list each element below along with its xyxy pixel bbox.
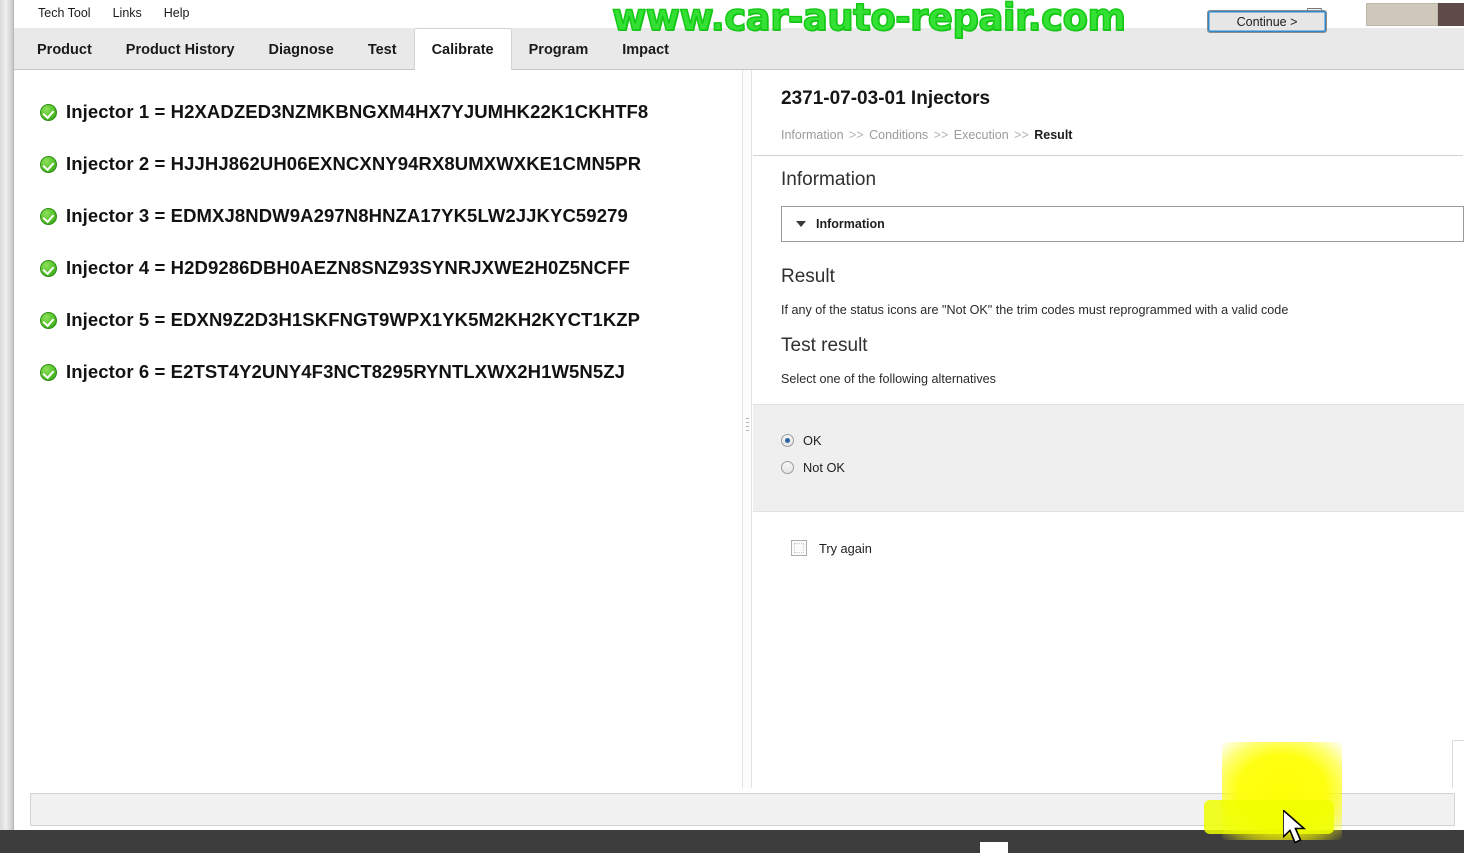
footer-panel (30, 793, 1455, 826)
breadcrumb-step-execution[interactable]: Execution (954, 128, 1009, 142)
radio-label: Not OK (803, 460, 845, 475)
scrollbar-stub[interactable] (1452, 740, 1464, 788)
footer-bar (14, 788, 1464, 830)
list-item: Injector 3 = EDMXJ8NDW9A297N8HNZA17YK5LW… (40, 190, 746, 242)
tab-program[interactable]: Program (512, 29, 606, 70)
list-item: Injector 5 = EDXN9Z2D3H1SKFNGT9WPX1YK5M2… (40, 294, 746, 346)
continue-button[interactable]: Continue > (1207, 10, 1327, 33)
tab-label: Impact (622, 41, 670, 58)
try-again-label: Try again (819, 540, 872, 556)
breadcrumb-divider (753, 155, 1463, 156)
status-ok-icon (40, 103, 57, 121)
tab-label: Program (528, 41, 589, 58)
application-window: Tech Tool Links Help ✚ www.car-auto-repa… (0, 0, 1464, 853)
desktop-left-edge (0, 0, 14, 840)
injector-label: Injector 4 = H2D9286DBH0AEZN8SNZ93SYNRJX… (66, 257, 630, 278)
pane-splitter[interactable] (742, 70, 752, 788)
tab-label: Test (367, 41, 397, 58)
status-ok-icon (40, 259, 57, 277)
status-ok-icon (40, 311, 57, 329)
tab-label: Product History (125, 41, 235, 58)
window-control-close[interactable] (1438, 3, 1464, 26)
tab-calibrate[interactable]: Calibrate (413, 28, 512, 70)
main-tab-strip: Product Product History Diagnose Test Ca… (14, 28, 1464, 70)
list-item: Injector 1 = H2XADZED3NZMKBNGXM4HX7YJUMH… (40, 86, 746, 138)
result-note: If any of the status icons are "Not OK" … (781, 303, 1289, 317)
try-again-option[interactable]: Try again (781, 512, 1464, 556)
breadcrumb-step-conditions[interactable]: Conditions (869, 128, 928, 142)
information-heading: Information (781, 169, 877, 190)
breadcrumb-step-information[interactable]: Information (781, 128, 844, 142)
splitter-grip-icon (746, 418, 749, 442)
accordion-label: Information (816, 217, 885, 231)
tab-label: Calibrate (431, 41, 494, 58)
list-item: Injector 6 = E2TST4Y2UNY4F3NCT8295RYNTLX… (40, 346, 746, 398)
taskbar (0, 830, 1464, 853)
breadcrumb-separator: >> (1014, 128, 1029, 142)
tab-diagnose[interactable]: Diagnose (252, 29, 351, 70)
menu-item-tech-tool[interactable]: Tech Tool (27, 3, 102, 25)
injector-label: Injector 1 = H2XADZED3NZMKBNGXM4HX7YJUMH… (66, 101, 649, 122)
checkbox-icon[interactable] (791, 540, 807, 556)
status-ok-icon (40, 363, 57, 381)
radio-button-icon[interactable] (781, 434, 794, 447)
injector-list: Injector 1 = H2XADZED3NZMKBNGXM4HX7YJUMH… (14, 70, 746, 398)
menu-item-links[interactable]: Links (102, 3, 153, 25)
radio-label: OK (803, 433, 822, 448)
test-result-heading: Test result (781, 335, 868, 356)
breadcrumb: Information >> Conditions >> Execution >… (781, 128, 1464, 142)
radio-button-icon[interactable] (781, 461, 794, 474)
tab-label: Product (37, 41, 92, 58)
select-prompt: Select one of the following alternatives (781, 372, 996, 386)
breadcrumb-separator: >> (849, 128, 864, 142)
injector-label: Injector 6 = E2TST4Y2UNY4F3NCT8295RYNTLX… (66, 361, 626, 382)
injector-results-pane: Injector 1 = H2XADZED3NZMKBNGXM4HX7YJUMH… (14, 70, 747, 788)
window-control-primary[interactable] (1366, 3, 1438, 26)
result-heading: Result (781, 266, 835, 287)
breadcrumb-separator: >> (933, 128, 949, 142)
tab-product-history[interactable]: Product History (109, 29, 252, 70)
status-ok-icon (40, 207, 57, 225)
tab-test[interactable]: Test (351, 29, 414, 70)
injector-label: Injector 5 = EDXN9Z2D3H1SKFNGT9WPX1YK5M2… (66, 309, 641, 330)
menu-item-help[interactable]: Help (153, 3, 201, 25)
tab-product[interactable]: Product (20, 29, 109, 70)
chevron-down-icon (796, 221, 806, 227)
radio-option-not-ok[interactable]: Not OK (781, 454, 1464, 481)
tab-label: Diagnose (268, 41, 334, 58)
procedure-pane: 2371-07-03-01 Injectors Information >> C… (753, 70, 1464, 788)
breadcrumb-step-result: Result (1034, 128, 1073, 142)
taskbar-item[interactable] (980, 842, 1008, 853)
information-accordion[interactable]: Information (781, 206, 1464, 242)
injector-label: Injector 2 = HJJHJ862UH06EXNCXNY94RX8UMX… (66, 153, 642, 174)
status-ok-icon (40, 155, 57, 173)
injector-label: Injector 3 = EDMXJ8NDW9A297N8HNZA17YK5LW… (66, 205, 628, 226)
list-item: Injector 2 = HJJHJ862UH06EXNCXNY94RX8UMX… (40, 138, 746, 190)
page-title: 2371-07-03-01 Injectors (781, 88, 991, 109)
radio-option-ok[interactable]: OK (781, 427, 1464, 454)
list-item: Injector 4 = H2D9286DBH0AEZN8SNZ93SYNRJX… (40, 242, 746, 294)
content-area: Injector 1 = H2XADZED3NZMKBNGXM4HX7YJUMH… (14, 70, 1464, 788)
tab-impact[interactable]: Impact (605, 29, 686, 70)
alternatives-group: OK Not OK (753, 404, 1464, 512)
